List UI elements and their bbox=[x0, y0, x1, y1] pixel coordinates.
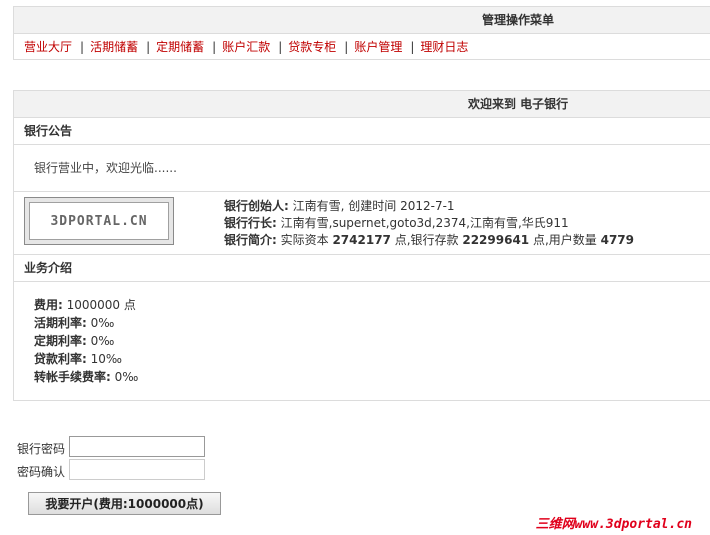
deposits-value: 22299641 bbox=[462, 233, 530, 247]
welcome-header: 欢迎来到 电子银行 bbox=[14, 91, 710, 118]
password-label: 银行密码 bbox=[17, 442, 66, 456]
open-account-button[interactable]: 我要开户(费用:1000000点) bbox=[28, 492, 221, 515]
bank-logo: 3DPORTAL.CN bbox=[24, 197, 174, 245]
site-watermark: 三维网www.3dportal.cn bbox=[535, 517, 692, 532]
business-details: 费用: 1000000 点 活期利率: 0‰ 定期利率: 0‰ 贷款利率: 10… bbox=[14, 282, 710, 386]
bank-info: 3DPORTAL.CN 银行创始人: 江南有雪, 创建时间 2012-7-1 银… bbox=[14, 192, 710, 255]
capital-value: 2742177 bbox=[332, 233, 391, 247]
menu-panel-header: 管理操作菜单 bbox=[14, 7, 710, 34]
demand-rate-row: 活期利率: 0‰ bbox=[34, 316, 115, 330]
welcome-panel: 欢迎来到 电子银行 银行公告 银行营业中，欢迎光临...... 3DPORTAL… bbox=[13, 90, 710, 401]
menu-item-hall[interactable]: 营业大厅 bbox=[24, 40, 72, 54]
password-input[interactable] bbox=[69, 436, 205, 457]
founder-line: 银行创始人: 江南有雪, 创建时间 2012-7-1 bbox=[224, 199, 455, 213]
fixed-rate-row: 定期利率: 0‰ bbox=[34, 334, 115, 348]
intro-line: 银行简介: 实际资本 2742177 点,银行存款 22299641 点,用户数… bbox=[224, 233, 635, 247]
bank-info-lines: 银行创始人: 江南有雪, 创建时间 2012-7-1 银行行长: 江南有雪,su… bbox=[224, 198, 634, 249]
fee-row: 费用: 1000000 点 bbox=[34, 298, 136, 312]
confirm-label: 密码确认 bbox=[17, 465, 66, 479]
bank-logo-text: 3DPORTAL.CN bbox=[29, 202, 169, 240]
loan-rate-row: 贷款利率: 10‰ bbox=[34, 352, 122, 366]
welcome-title: 欢迎来到 电子银行 bbox=[468, 97, 569, 111]
users-value: 4779 bbox=[600, 233, 635, 247]
transfer-fee-row: 转帐手续费率: 0‰ bbox=[34, 370, 139, 384]
confirm-password-input[interactable] bbox=[69, 459, 205, 480]
menu-item-loans[interactable]: 贷款专柜 bbox=[288, 40, 336, 54]
president-line: 银行行长: 江南有雪,supernet,goto3d,2374,江南有雪,华氏9… bbox=[224, 216, 569, 230]
menu-item-account-management[interactable]: 账户管理 bbox=[354, 40, 402, 54]
menu-panel: 管理操作菜单 营业大厅 | 活期储蓄 | 定期储蓄 | 账户汇款 | 贷款专柜 | 账户管理 | 理财日… bbox=[13, 6, 710, 60]
menu-item-remittance[interactable]: 账户汇款 bbox=[222, 40, 270, 54]
nav-menu: 营业大厅 | 活期储蓄 | 定期储蓄 | 账户汇款 | 贷款专柜 | 账户管理 | 理财日志 bbox=[24, 40, 469, 54]
menu-item-demand-savings[interactable]: 活期储蓄 bbox=[90, 40, 138, 54]
menu-item-fixed-savings[interactable]: 定期储蓄 bbox=[156, 40, 204, 54]
notice-header: 银行公告 bbox=[14, 118, 710, 145]
notice-text: 银行营业中，欢迎光临...... bbox=[14, 145, 710, 192]
menu-item-finance-log[interactable]: 理财日志 bbox=[420, 40, 468, 54]
menu-title: 管理操作菜单 bbox=[482, 13, 555, 27]
business-header: 业务介绍 bbox=[14, 255, 710, 282]
